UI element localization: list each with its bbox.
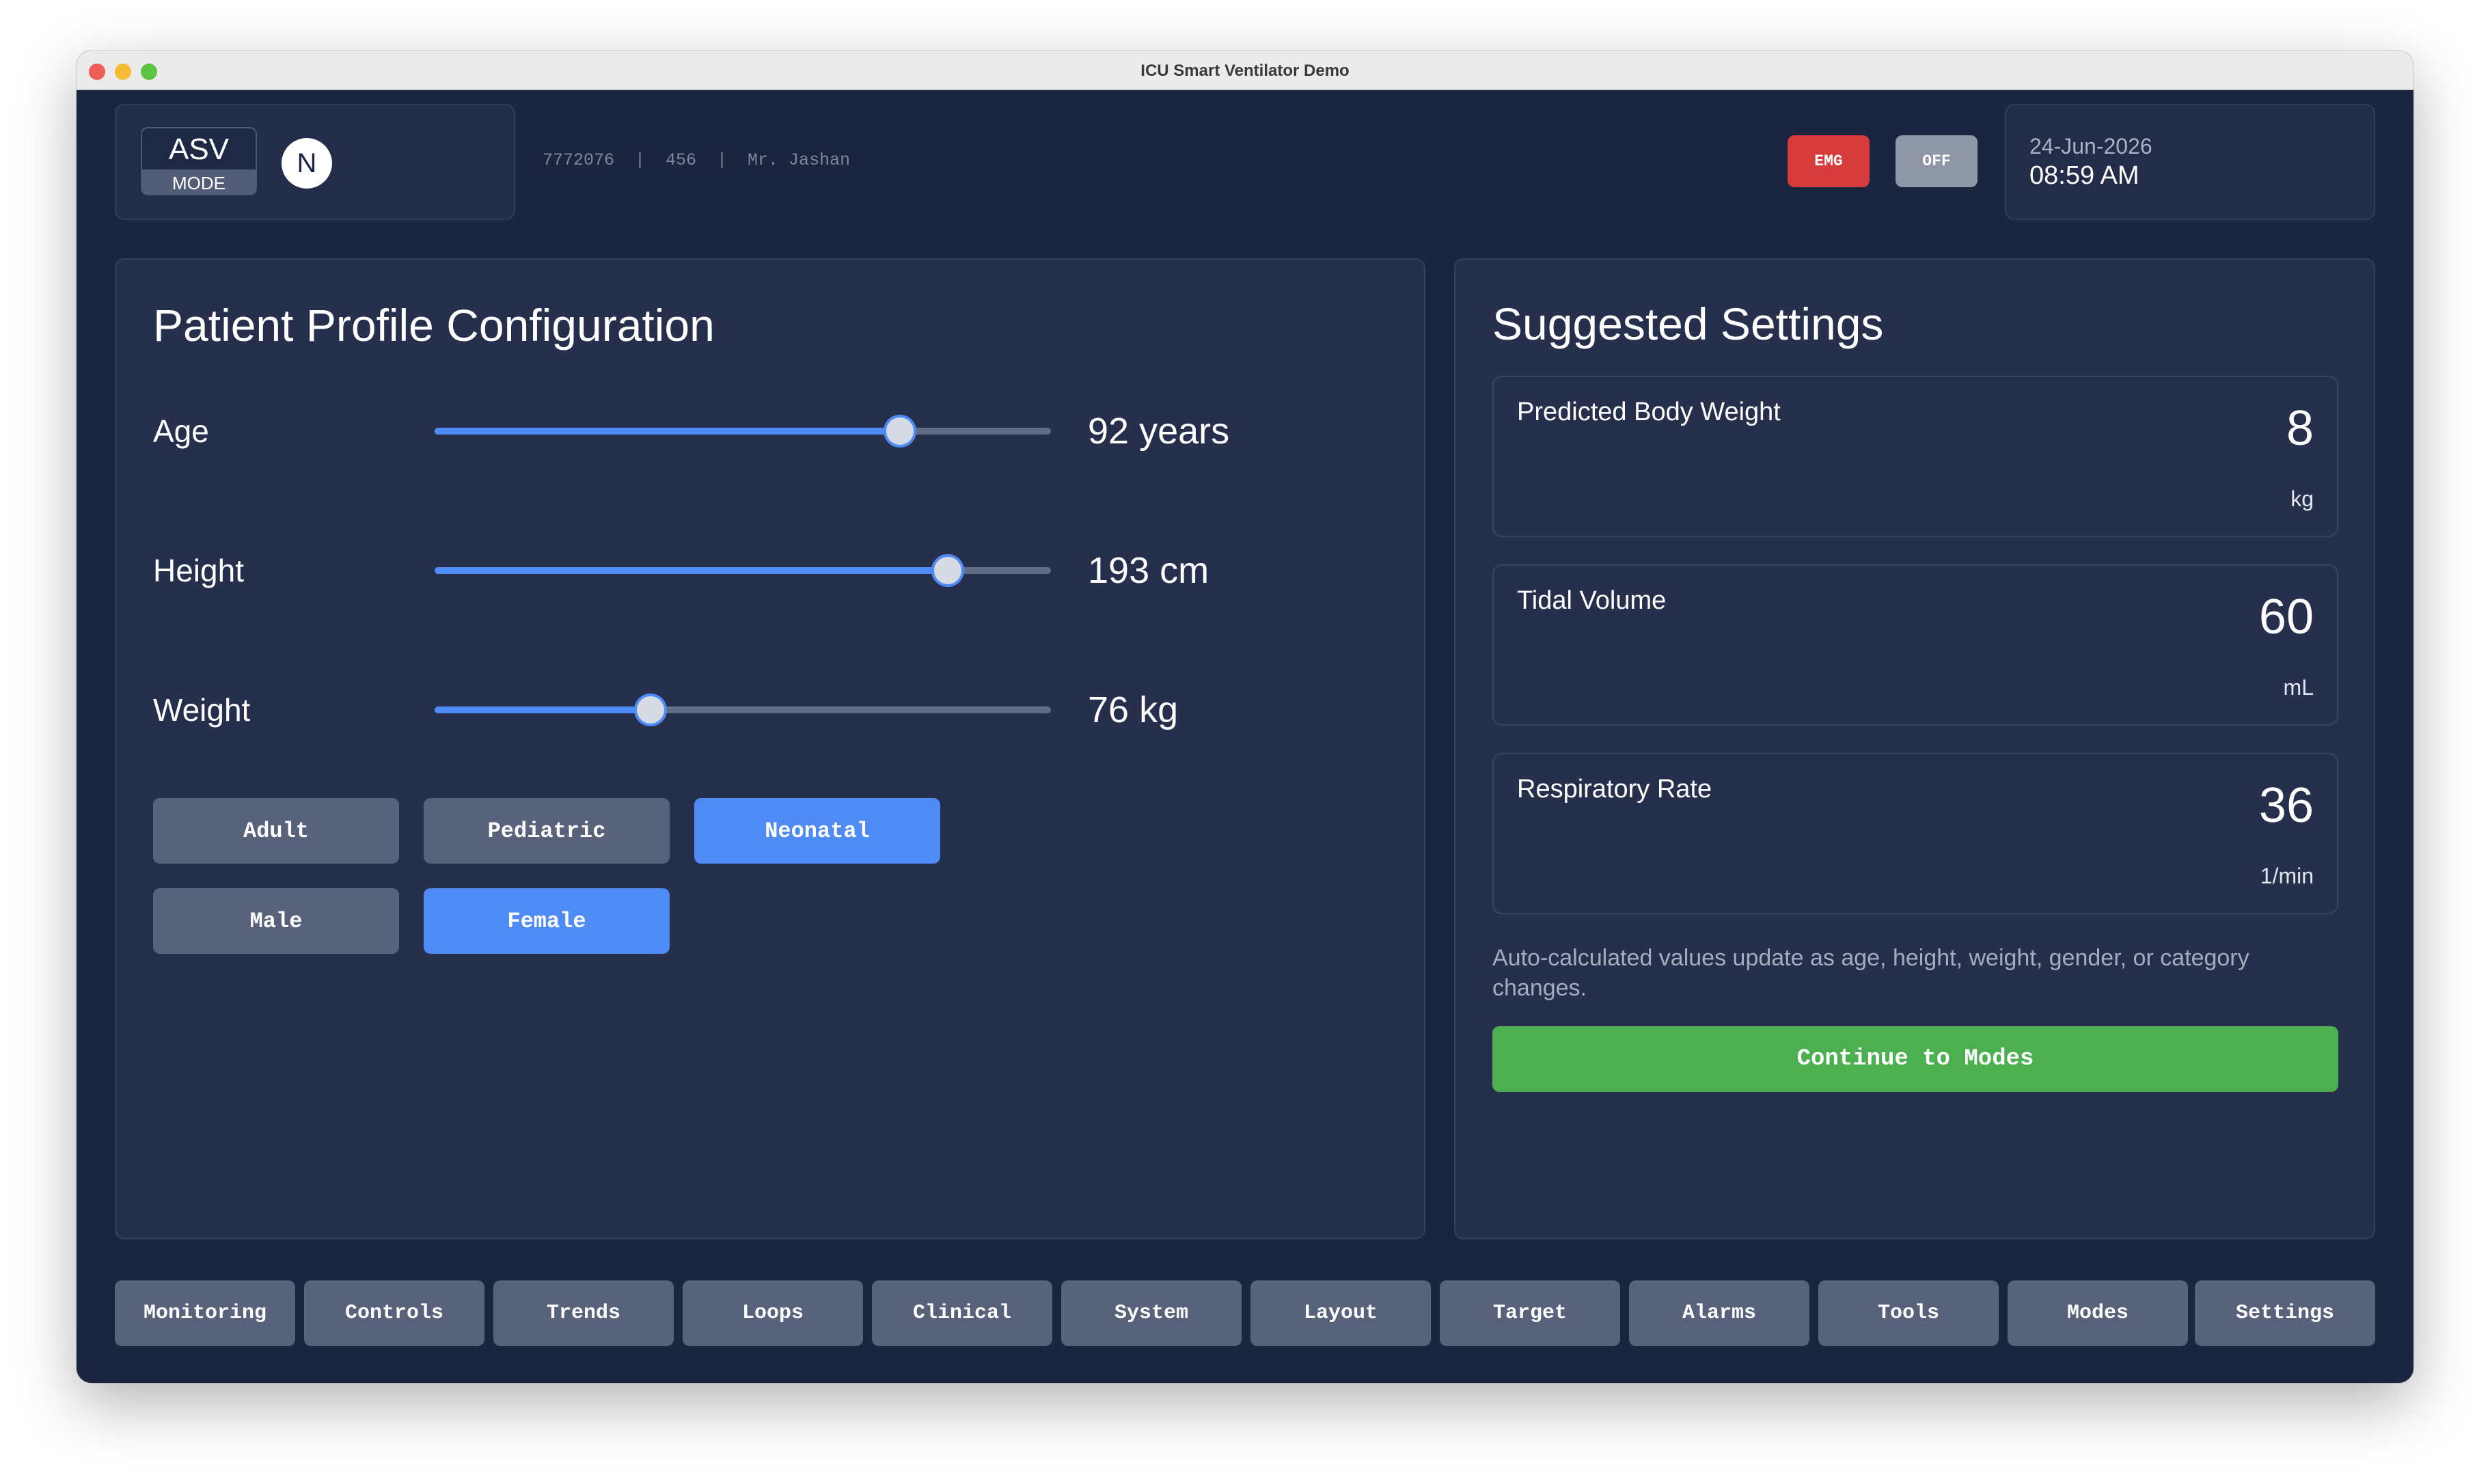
emergency-button[interactable]: EMG — [1788, 135, 1870, 187]
nav-modes-button[interactable]: Modes — [2008, 1280, 2188, 1346]
metric-value: 8 — [2286, 401, 2314, 456]
current-date: 24-Jun-2026 — [2029, 134, 2152, 159]
age-slider-thumb[interactable] — [884, 415, 916, 448]
window-title: ICU Smart Ventilator Demo — [1140, 61, 1350, 80]
gender-male-button[interactable]: Male — [153, 888, 399, 954]
respiratory-rate-card: Respiratory Rate 36 1/min — [1492, 753, 2338, 914]
metric-value: 60 — [2258, 590, 2314, 644]
tidal-volume-card: Tidal Volume 60 mL — [1492, 564, 2338, 726]
continue-to-modes-button[interactable]: Continue to Modes — [1492, 1026, 2338, 1092]
height-label: Height — [153, 553, 244, 588]
height-slider-fill — [435, 567, 948, 574]
height-value: 193 cm — [1088, 550, 1209, 591]
clock-card: 24-Jun-2026 08:59 AM — [2005, 104, 2375, 220]
predicted-body-weight-card: Predicted Body Weight 8 kg — [1492, 376, 2338, 537]
nav-system-button[interactable]: System — [1061, 1280, 1242, 1346]
age-slider[interactable] — [435, 415, 1051, 448]
metric-value: 36 — [2258, 778, 2314, 833]
mode-name: ASV — [168, 133, 230, 166]
weight-value: 76 kg — [1088, 689, 1179, 730]
nav-loops-button[interactable]: Loops — [683, 1280, 863, 1346]
gender-female-button[interactable]: Female — [424, 888, 670, 954]
age-slider-fill — [435, 428, 900, 435]
current-time: 08:59 AM — [2029, 161, 2139, 190]
metric-unit: mL — [2283, 675, 2314, 700]
category-pediatric-button[interactable]: Pediatric — [424, 798, 670, 864]
age-value: 92 years — [1088, 411, 1230, 452]
age-label: Age — [153, 413, 209, 449]
auto-calc-note: Auto-calculated values update as age, he… — [1492, 945, 2249, 1001]
metric-unit: kg — [2290, 486, 2314, 511]
weight-slider-fill — [435, 706, 651, 713]
mode-sub-label: MODE — [142, 169, 256, 194]
height-slider-thumb[interactable] — [931, 554, 965, 587]
suggested-settings-panel: Suggested Settings Predicted Body Weight… — [1454, 258, 2375, 1239]
panel-title: Suggested Settings — [1492, 299, 1884, 349]
nav-settings-button[interactable]: Settings — [2195, 1280, 2375, 1346]
weight-slider-thumb[interactable] — [633, 693, 667, 726]
mode-card: ASV MODE N — [115, 104, 515, 220]
weight-slider[interactable] — [435, 693, 1051, 726]
metric-label: Tidal Volume — [1517, 586, 1667, 615]
app-window: ICU Smart Ventilator Demo ASV MODE N 777… — [77, 51, 2413, 1383]
category-neonatal-button[interactable]: Neonatal — [694, 798, 940, 864]
nav-clinical-button[interactable]: Clinical — [872, 1280, 1052, 1346]
weight-label: Weight — [153, 692, 251, 728]
nav-target-button[interactable]: Target — [1440, 1280, 1620, 1346]
nav-tools-button[interactable]: Tools — [1818, 1280, 1999, 1346]
ventilator-app: ASV MODE N 7772076 | 456 | Mr. Jashan EM… — [77, 90, 2413, 1383]
category-adult-button[interactable]: Adult — [153, 798, 399, 864]
title-bar: ICU Smart Ventilator Demo — [77, 51, 2413, 90]
nav-controls-button[interactable]: Controls — [304, 1280, 484, 1346]
mode-badge[interactable]: ASV MODE — [141, 127, 257, 195]
power-off-button[interactable]: OFF — [1896, 135, 1978, 187]
nav-trends-button[interactable]: Trends — [493, 1280, 674, 1346]
bottom-navigation: Monitoring Controls Trends Loops Clinica… — [115, 1280, 2375, 1346]
metric-label: Predicted Body Weight — [1517, 398, 1781, 426]
panel-title: Patient Profile Configuration — [153, 300, 715, 351]
height-slider[interactable] — [435, 554, 1051, 587]
patient-info: 7772076 | 456 | Mr. Jashan — [543, 150, 851, 170]
nav-monitoring-button[interactable]: Monitoring — [115, 1280, 295, 1346]
nav-alarms-button[interactable]: Alarms — [1629, 1280, 1809, 1346]
avatar[interactable]: N — [282, 138, 332, 189]
nav-layout-button[interactable]: Layout — [1250, 1280, 1431, 1346]
metric-label: Respiratory Rate — [1517, 775, 1712, 803]
metric-unit: 1/min — [2260, 864, 2314, 888]
patient-profile-panel: Patient Profile Configuration Age 92 yea… — [115, 258, 1425, 1239]
